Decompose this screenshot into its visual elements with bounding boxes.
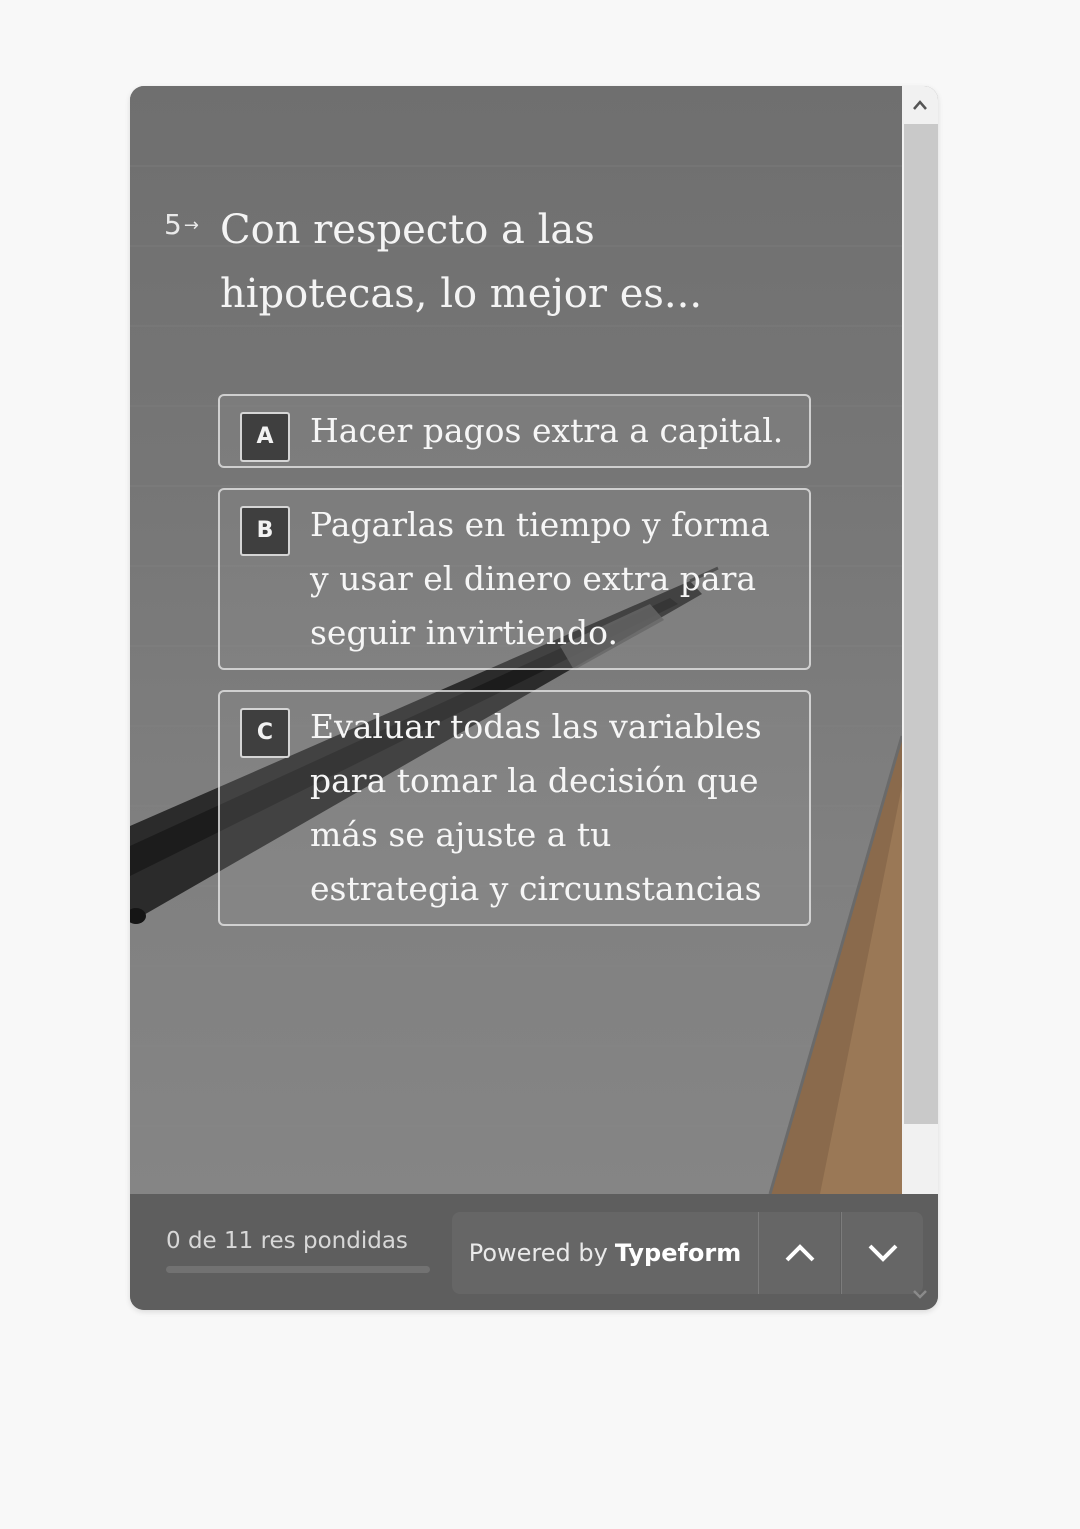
typeform-widget: 5 → Con respecto a las hipotecas, lo mejo… — [130, 86, 938, 1310]
choice-a[interactable]: A Hacer pagos extra a capital. — [218, 394, 811, 468]
choice-key-b: B — [240, 506, 290, 556]
scroll-down-arrow-icon[interactable] — [902, 1278, 938, 1310]
choice-c[interactable]: C Evaluar todas las variables para tomar… — [218, 690, 811, 926]
choice-list: A Hacer pagos extra a capital. B Pagarla… — [218, 394, 811, 946]
scroll-up-arrow-icon[interactable] — [902, 86, 938, 124]
progress-bar — [166, 1266, 430, 1273]
previous-question-button[interactable] — [758, 1212, 840, 1294]
choice-label-c: Evaluar todas las variables para tomar l… — [310, 707, 762, 908]
progress-text: 0 de 11 res pondidas — [166, 1228, 408, 1254]
chevron-up-icon — [785, 1244, 814, 1262]
choice-b[interactable]: B Pagarlas en tiempo y forma y usar el d… — [218, 488, 811, 670]
scrollbar[interactable] — [902, 86, 938, 1194]
choice-key-a: A — [240, 412, 290, 462]
scrollbar-thumb[interactable] — [904, 124, 938, 1124]
powered-by-typeform-link[interactable]: Powered by Typeform — [452, 1212, 758, 1294]
chevron-down-icon — [868, 1244, 897, 1262]
powered-by-prefix: Powered by — [468, 1239, 608, 1267]
question-text: Con respecto a las hipotecas, lo mejor e… — [220, 207, 703, 317]
choice-label-a: Hacer pagos extra a capital. — [310, 411, 784, 450]
choice-label-b: Pagarlas en tiempo y forma y usar el din… — [310, 505, 770, 652]
arrow-right-icon: → — [183, 215, 199, 236]
choice-key-c: C — [240, 708, 290, 758]
typeform-brand: Typeform — [614, 1239, 742, 1267]
footer: 0 de 11 res pondidas Powered by Typeform — [130, 1194, 938, 1310]
question-number-value: 5 — [164, 208, 182, 241]
question-number: 5 → — [164, 208, 199, 241]
